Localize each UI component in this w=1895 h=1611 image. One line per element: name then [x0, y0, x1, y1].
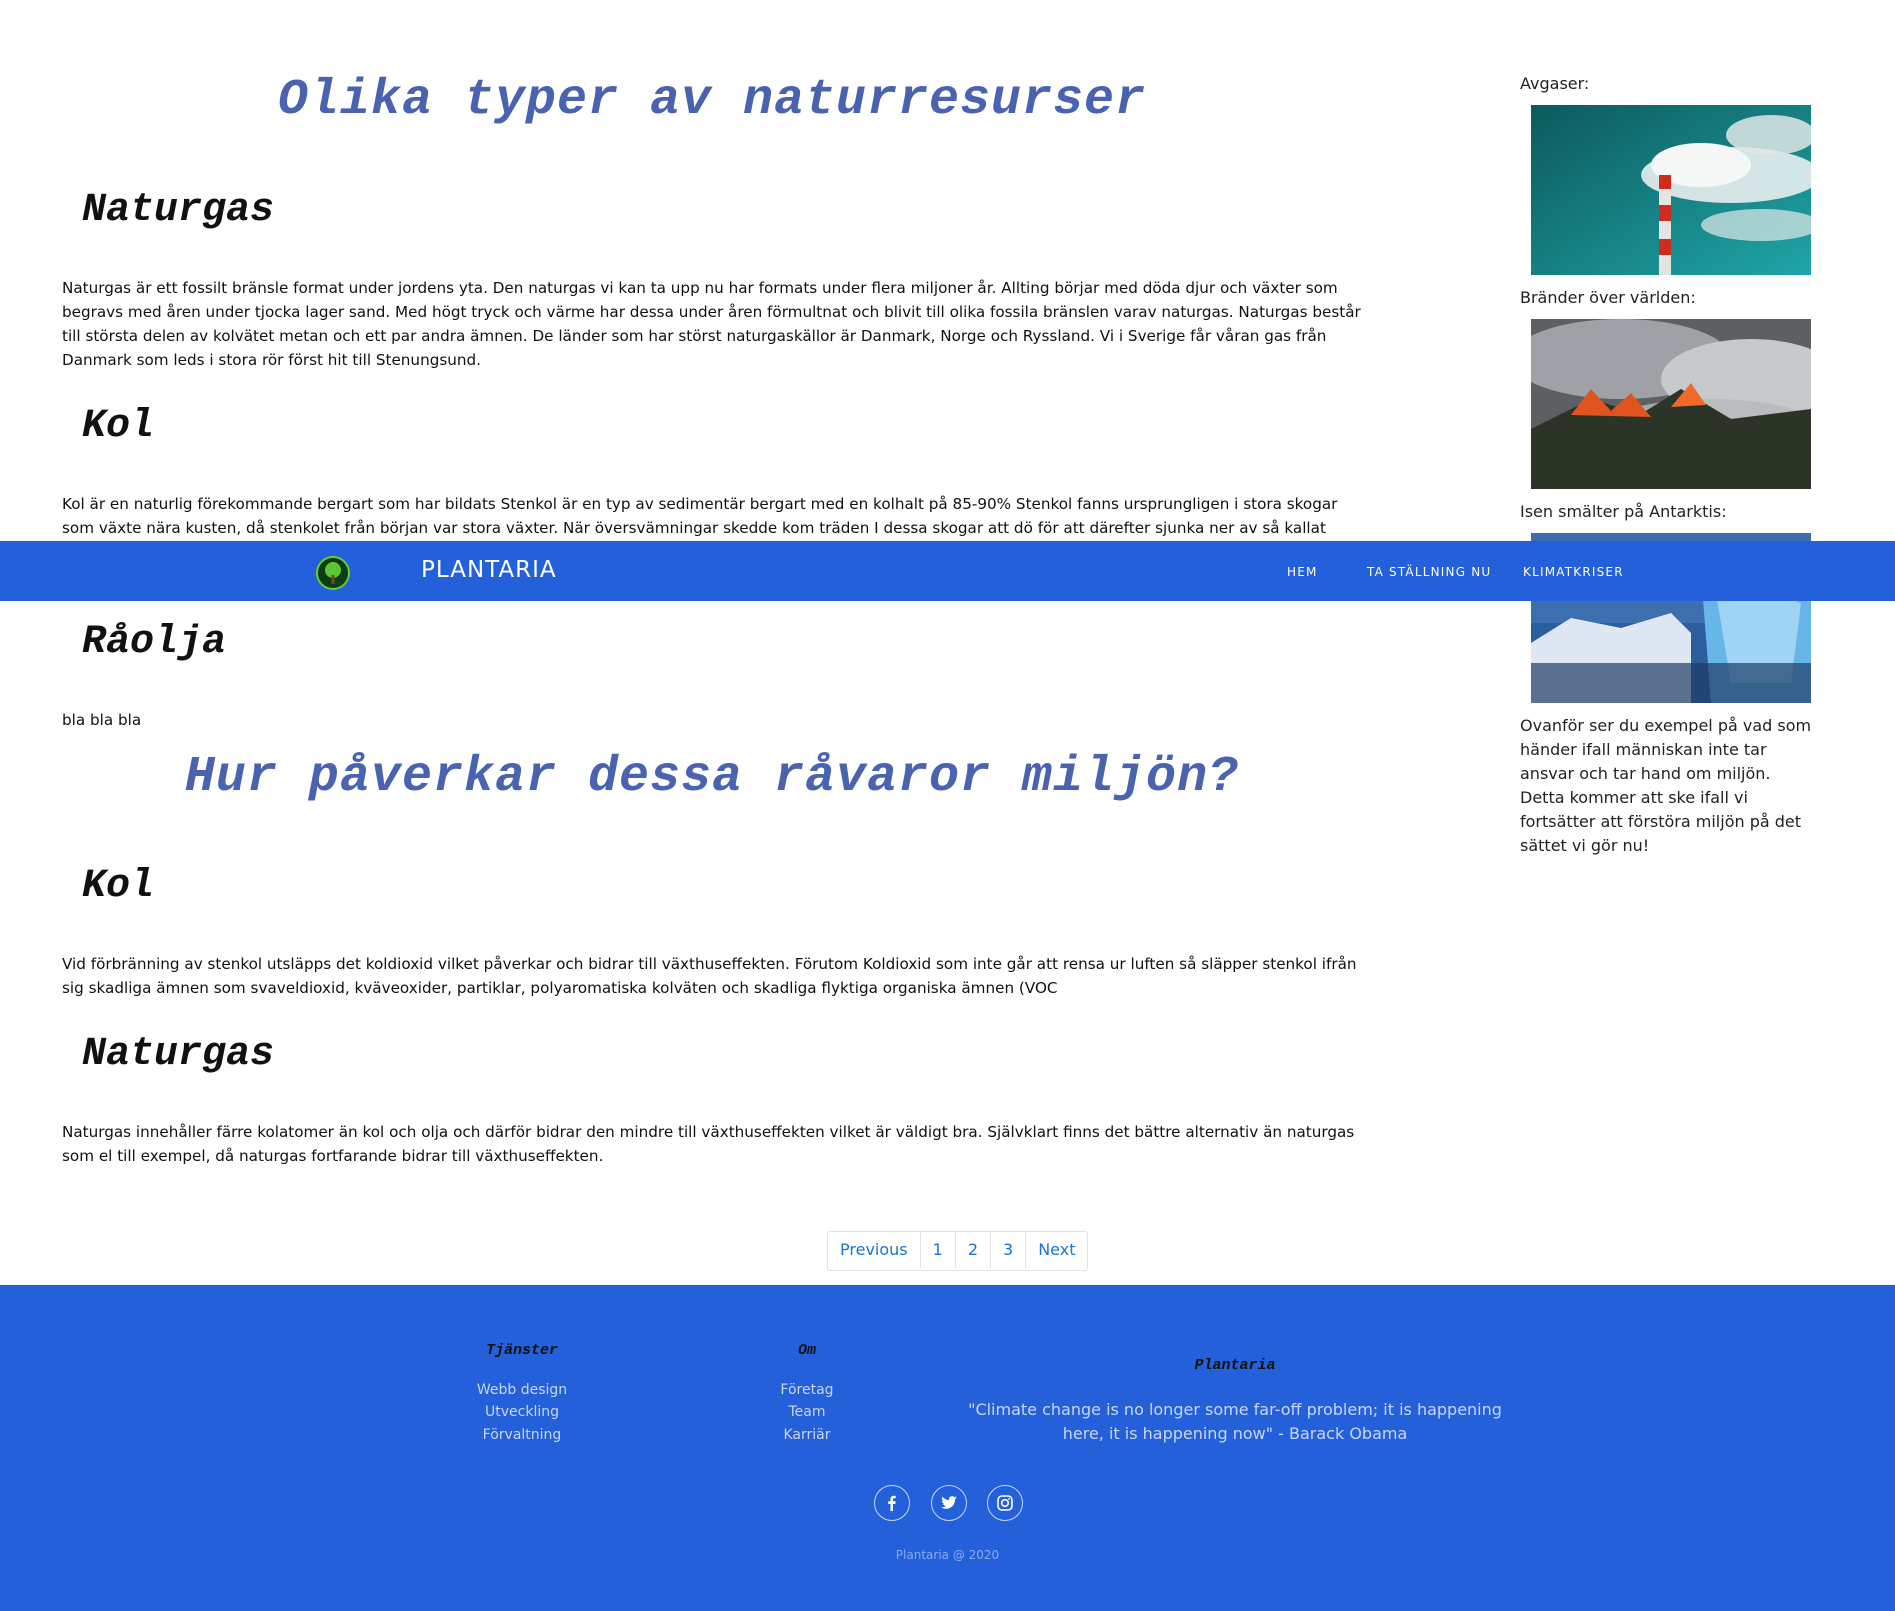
- twitter-icon[interactable]: [931, 1485, 967, 1521]
- facebook-icon[interactable]: [874, 1485, 910, 1521]
- section-text-raolja: bla bla bla: [62, 711, 142, 729]
- footer-link-webb-design[interactable]: Webb design: [462, 1382, 582, 1398]
- nav-item-klimatkriser[interactable]: KLIMATKRISER: [1523, 565, 1624, 579]
- footer-link-karriar[interactable]: Karriär: [747, 1427, 867, 1443]
- pagination-page-1[interactable]: 1: [921, 1232, 956, 1268]
- section-heading-kol-impact: Kol: [82, 864, 155, 909]
- section-text-naturgas-impact: Naturgas innehåller färre kolatomer än k…: [62, 1123, 1355, 1165]
- copyright: Plantaria @ 2020: [895, 1548, 1000, 1562]
- section-heading-kol: Kol: [82, 404, 155, 449]
- footer-link-foretag[interactable]: Företag: [747, 1382, 867, 1398]
- footer-heading-tjanster: Tjänster: [485, 1342, 558, 1359]
- sidebar-text: Ovanför ser du exempel på vad som händer…: [1520, 716, 1812, 855]
- pagination-page-2[interactable]: 2: [956, 1232, 991, 1268]
- section-title-impact: Hur påverkar dessa råvaror miljön?: [184, 749, 1240, 806]
- tree-logo-icon[interactable]: [316, 556, 350, 590]
- footer-quote: "Climate change is no longer some far-of…: [968, 1400, 1502, 1443]
- section-heading-naturgas: Naturgas: [82, 188, 275, 233]
- sidebar-label-brander: Bränder över världen:: [1520, 288, 1696, 307]
- pagination-previous[interactable]: Previous: [828, 1232, 921, 1268]
- page-title: Olika typer av naturresurser: [277, 72, 1147, 129]
- instagram-icon[interactable]: [987, 1485, 1023, 1521]
- footer-link-forvaltning[interactable]: Förvaltning: [462, 1427, 582, 1443]
- pagination-next[interactable]: Next: [1026, 1232, 1087, 1268]
- section-heading-raolja: Råolja: [82, 620, 227, 665]
- footer-heading-om: Om: [797, 1342, 816, 1359]
- brand-name[interactable]: PLANTARIA: [421, 557, 557, 583]
- section-heading-naturgas-impact: Naturgas: [82, 1032, 275, 1077]
- sidebar-label-isen: Isen smälter på Antarktis:: [1520, 502, 1727, 521]
- pagination-page-3[interactable]: 3: [991, 1232, 1027, 1268]
- nav-item-ta-stallning-nu[interactable]: TA STÄLLNING NU: [1367, 565, 1491, 579]
- smokestack-image: [1531, 105, 1811, 275]
- sidebar-label-avgaser: Avgaser:: [1520, 74, 1590, 93]
- pagination: Previous 1 2 3 Next: [827, 1231, 1089, 1271]
- section-text-naturgas: Naturgas är ett fossilt bränsle format u…: [62, 279, 1361, 369]
- wildfire-image: [1531, 319, 1811, 489]
- footer-link-team[interactable]: Team: [747, 1404, 867, 1420]
- footer: [0, 1285, 1895, 1611]
- section-text-kol-impact: Vid förbränning av stenkol utsläpps det …: [62, 955, 1357, 997]
- footer-link-utveckling[interactable]: Utveckling: [462, 1404, 582, 1420]
- navbar: PLANTARIA HEM TA STÄLLNING NU KLIMATKRIS…: [0, 541, 1895, 601]
- footer-heading-plantaria: Plantaria: [1194, 1357, 1276, 1374]
- nav-item-hem[interactable]: HEM: [1287, 565, 1318, 579]
